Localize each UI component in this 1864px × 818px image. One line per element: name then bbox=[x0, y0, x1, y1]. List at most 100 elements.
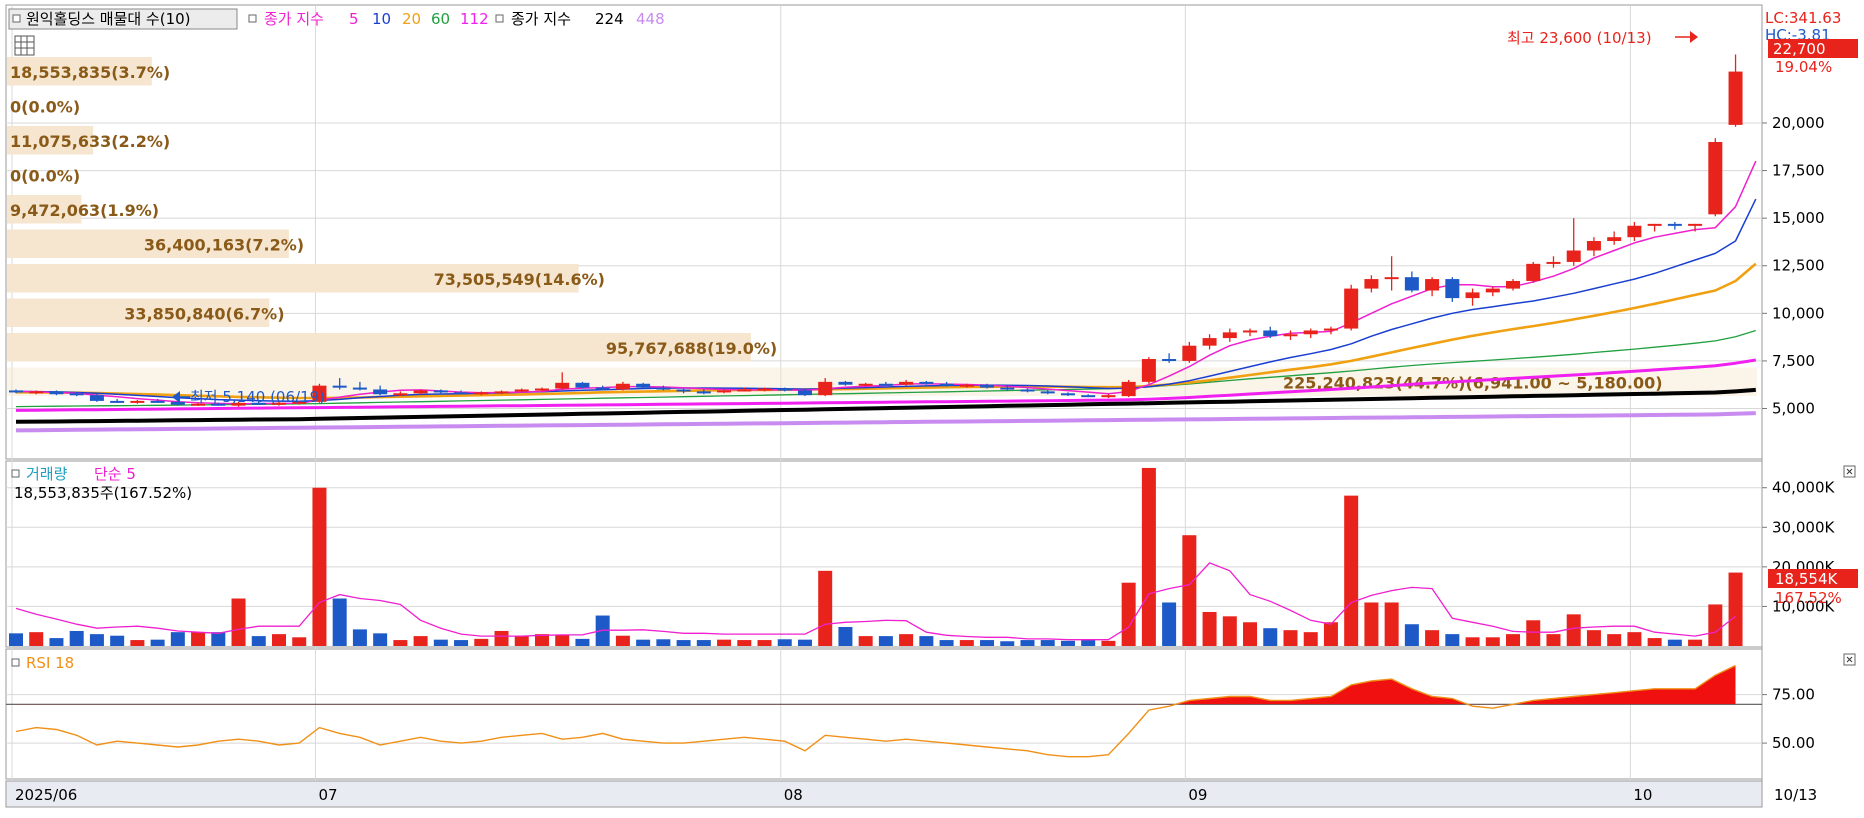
volume-bar bbox=[1344, 495, 1359, 646]
volume-bar bbox=[110, 635, 125, 646]
candle-body bbox=[899, 381, 914, 385]
candle-body bbox=[797, 390, 812, 396]
rsi-series-name: RSI 18 bbox=[26, 654, 74, 672]
current-price-value: 22,700 bbox=[1773, 40, 1826, 58]
candle-body bbox=[696, 391, 711, 394]
volume-bar bbox=[352, 629, 367, 646]
volume-bar bbox=[29, 632, 44, 646]
candle-body bbox=[9, 390, 23, 393]
volume-bar bbox=[130, 640, 145, 646]
candle bbox=[1344, 284, 1359, 331]
price-y-tick-label: 5,000 bbox=[1772, 400, 1815, 418]
volume-bar bbox=[1546, 634, 1561, 646]
volume-bar bbox=[1384, 602, 1399, 646]
volume-bar bbox=[737, 640, 752, 646]
candle-body bbox=[1040, 391, 1055, 394]
candle-body bbox=[636, 383, 651, 388]
x-tick-label: 07 bbox=[318, 786, 337, 804]
candle-body bbox=[1060, 393, 1075, 396]
candle bbox=[797, 389, 812, 397]
candle-body bbox=[1688, 223, 1703, 226]
candle-body bbox=[1263, 330, 1278, 337]
volume-bar bbox=[1060, 640, 1075, 646]
candle-body bbox=[1627, 225, 1642, 238]
volume-bar bbox=[1526, 620, 1541, 646]
lc-value: LC:341.63 bbox=[1765, 9, 1841, 27]
candle-body bbox=[110, 400, 125, 403]
candle-body bbox=[1081, 395, 1096, 398]
candle-body bbox=[352, 387, 367, 390]
candle-body bbox=[737, 389, 752, 392]
candle-body bbox=[818, 381, 833, 396]
candle-body bbox=[29, 391, 44, 394]
candle-body bbox=[757, 388, 772, 391]
volume-bar bbox=[575, 638, 590, 646]
volume-profile-label: 11,075,633(2.2%) bbox=[10, 132, 170, 151]
chart-title: 원익홀딩스 매물대 수(10) bbox=[26, 10, 191, 28]
volume-bar bbox=[1627, 632, 1642, 646]
volume-bar bbox=[1708, 604, 1723, 646]
ma-legend-period-112: 112 bbox=[460, 10, 489, 28]
volume-bar bbox=[1485, 637, 1500, 646]
candle-body bbox=[1121, 381, 1136, 397]
candle-body bbox=[1202, 338, 1217, 346]
panel-close-icon[interactable] bbox=[1843, 465, 1856, 478]
price-y-tick-label: 20,000 bbox=[1772, 114, 1825, 132]
volume-profile-label: 73,505,549(14.6%) bbox=[434, 270, 605, 289]
ma-legend-period-224: 224 bbox=[595, 10, 624, 28]
volume-bar bbox=[1667, 639, 1682, 646]
volume-bar bbox=[1688, 639, 1703, 646]
volume-bar bbox=[1081, 640, 1096, 646]
price-y-tick-label: 17,500 bbox=[1772, 162, 1825, 180]
candle-body bbox=[1465, 292, 1480, 299]
volume-bar bbox=[454, 640, 469, 646]
ma-legend-prefix: 종가 지수 bbox=[264, 10, 324, 28]
candle-body bbox=[595, 387, 610, 390]
candle-body bbox=[1667, 223, 1682, 226]
high-price-label: 최고 23,600 (10/13) bbox=[1507, 29, 1652, 47]
volume-bar bbox=[1162, 602, 1177, 646]
volume-profile-label: 0(0.0%) bbox=[10, 167, 80, 186]
candle-body bbox=[878, 383, 893, 386]
volume-bar bbox=[1141, 467, 1156, 646]
volume-bar bbox=[1647, 638, 1662, 646]
volume-bar bbox=[271, 634, 286, 646]
volume-profile-label: 95,767,688(19.0%) bbox=[606, 339, 777, 358]
volume-bar bbox=[1566, 614, 1581, 646]
stock-chart-window[interactable]: 18,553,835(3.7%) 0(0.0%) 11,075,633(2.2%) 0… bbox=[0, 0, 1864, 814]
volume-bar bbox=[1283, 630, 1298, 646]
x-tick-label: 08 bbox=[784, 786, 803, 804]
candle-body bbox=[1647, 223, 1662, 226]
volume-bar bbox=[1728, 572, 1743, 646]
candle-body bbox=[1141, 359, 1156, 382]
volume-bar bbox=[191, 632, 206, 646]
candle-body bbox=[676, 389, 691, 392]
volume-bar bbox=[636, 639, 651, 646]
candle-body bbox=[1728, 71, 1743, 125]
chart-canvas[interactable]: 18,553,835(3.7%) 0(0.0%) 11,075,633(2.2%) 0… bbox=[0, 0, 1864, 814]
volume-bar bbox=[69, 630, 84, 646]
volume-bar bbox=[474, 638, 489, 646]
candle-body bbox=[1344, 288, 1359, 329]
candle bbox=[575, 381, 590, 389]
volume-bar bbox=[1506, 634, 1521, 646]
candle-body bbox=[1586, 241, 1601, 251]
candle-body bbox=[454, 392, 469, 395]
grid-toggle-icon[interactable] bbox=[14, 35, 35, 56]
candle-body bbox=[1506, 280, 1521, 289]
candle-body bbox=[1526, 263, 1541, 281]
candle-body bbox=[393, 393, 408, 396]
volume-bar bbox=[393, 640, 408, 646]
ma-legend-period-60: 60 bbox=[431, 10, 450, 28]
volume-bar bbox=[878, 636, 893, 646]
legend-marker-square-icon bbox=[12, 14, 21, 23]
panel-close-icon[interactable] bbox=[1843, 653, 1856, 666]
candle bbox=[1708, 138, 1723, 217]
candle-body bbox=[1566, 250, 1581, 262]
price-y-tick-label: 12,500 bbox=[1772, 257, 1825, 275]
candle-body bbox=[838, 381, 853, 385]
x-axis-strip bbox=[5, 780, 1763, 808]
volume-bar bbox=[211, 632, 226, 646]
candle-body bbox=[170, 401, 185, 405]
candle-body bbox=[1708, 142, 1723, 215]
